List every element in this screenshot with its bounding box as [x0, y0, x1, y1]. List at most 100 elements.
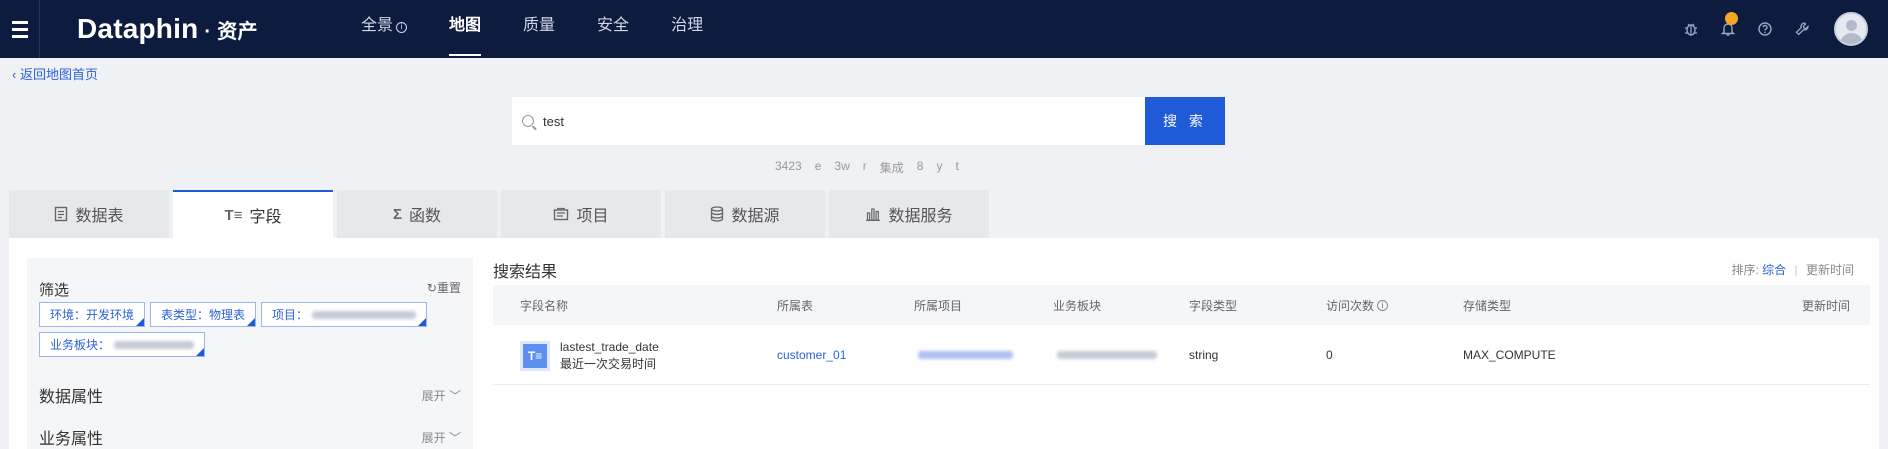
column-label: 访问次数: [1326, 298, 1375, 313]
app-logo[interactable]: Dataphin · 资产: [77, 13, 258, 45]
nav-item-quality[interactable]: 质量: [502, 0, 576, 58]
redacted-value: [1057, 350, 1157, 359]
document-icon: [55, 206, 68, 222]
suggestion-item[interactable]: y: [936, 159, 942, 176]
redacted-value: [312, 310, 417, 319]
search-suggestions: 3423 e 3w r 集成 8 y t: [775, 159, 972, 176]
chevron-left-icon: ‹: [12, 67, 17, 82]
back-to-map-link[interactable]: ‹ 返回地图首页: [12, 64, 98, 83]
tab-datasources[interactable]: 数据源: [665, 190, 825, 238]
database-icon: [711, 206, 724, 222]
expand-label: 展开: [421, 388, 446, 403]
column-header: 字段名称: [520, 298, 569, 313]
nav-label: 地图: [449, 17, 482, 34]
nav-item-overview[interactable]: 全景 i: [340, 0, 428, 58]
info-icon: i: [396, 22, 408, 33]
suggestion-item[interactable]: 3423: [775, 159, 802, 176]
business-attributes-section[interactable]: 业务属性 展开 ﹀: [39, 425, 461, 449]
wrench-icon[interactable]: [1783, 0, 1820, 58]
chevron-double-down-icon: ﹀: [448, 388, 461, 403]
column-header: 更新时间: [1801, 298, 1850, 313]
column-header: 存储类型: [1463, 298, 1512, 313]
sort-option-comprehensive[interactable]: 综合: [1762, 263, 1786, 277]
search-input[interactable]: [543, 113, 1103, 129]
owning-project-link[interactable]: [914, 325, 1013, 384]
column-header: 业务板块: [1053, 298, 1102, 313]
filter-chip-business-unit[interactable]: 业务板块：: [39, 332, 206, 357]
chip-label: 表类型：物理表: [161, 308, 246, 322]
section-label: 数据属性: [39, 389, 104, 406]
field-description: 最近一次交易时间: [560, 357, 657, 371]
main-nav: 全景 i 地图 质量 安全 治理: [340, 0, 724, 58]
redacted-value: [114, 340, 195, 349]
field-type-icon: T≡: [520, 341, 550, 371]
table-row[interactable]: T≡ lastest_trade_date 最近一次交易时间 customer_…: [493, 325, 1870, 385]
menu-icon: [11, 19, 28, 40]
tab-tables[interactable]: 数据表: [9, 190, 169, 238]
owning-table-link[interactable]: customer_01: [777, 325, 846, 384]
tab-label: 项目: [576, 208, 609, 225]
nav-item-map[interactable]: 地图: [428, 0, 502, 58]
nav-item-governance[interactable]: 治理: [650, 0, 724, 58]
filter-chip-table-type[interactable]: 表类型：物理表: [150, 302, 257, 327]
filter-title: 筛选: [39, 282, 70, 299]
table-header: 字段名称 所属表 所属项目 业务板块 字段类型 访问次数 i 存储类型 更新时间: [493, 285, 1870, 325]
filter-chips: 环境：开发环境 表类型：物理表 项目： 业务板块：: [39, 302, 469, 362]
filter-chip-env[interactable]: 环境：开发环境: [39, 302, 146, 327]
tab-label: 数据源: [731, 208, 780, 225]
visit-count-cell: 0: [1326, 347, 1333, 362]
data-attributes-section[interactable]: 数据属性 展开 ﹀: [39, 383, 461, 407]
redacted-value: [918, 350, 1013, 359]
help-icon[interactable]: [1746, 0, 1783, 58]
filter-chip-project[interactable]: 项目：: [261, 302, 428, 327]
reset-button[interactable]: ↻重置: [427, 279, 461, 296]
refresh-icon: ↻: [426, 281, 437, 295]
nav-label: 质量: [523, 17, 556, 34]
chip-label: 业务板块：: [50, 338, 111, 352]
field-type-cell: string: [1189, 347, 1219, 362]
column-header: 所属表: [777, 298, 814, 313]
top-navbar: Dataphin · 资产 全景 i 地图 质量 安全 治理: [0, 0, 1888, 58]
nav-label: 治理: [671, 17, 704, 34]
tab-functions[interactable]: Σ 函数: [337, 190, 497, 238]
category-tabs: 数据表 T≡ 字段 Σ 函数 项目 数据源 数据服务: [9, 190, 993, 238]
expand-toggle[interactable]: 展开 ﹀: [422, 429, 461, 446]
nav-item-security[interactable]: 安全: [576, 0, 650, 58]
suggestion-item[interactable]: 3w: [834, 159, 849, 176]
brand-sub: 资产: [217, 21, 258, 43]
bug-icon[interactable]: [1672, 0, 1709, 58]
tab-projects[interactable]: 项目: [501, 190, 661, 238]
bell-icon[interactable]: [1709, 0, 1746, 58]
suggestion-item[interactable]: 集成: [880, 159, 904, 176]
expand-toggle[interactable]: 展开 ﹀: [422, 387, 461, 404]
business-unit-cell: [1053, 325, 1157, 384]
info-icon[interactable]: i: [1377, 299, 1389, 311]
chevron-double-down-icon: ﹀: [448, 430, 461, 445]
tab-fields[interactable]: T≡ 字段: [173, 190, 333, 238]
field-name[interactable]: lastest_trade_date: [560, 339, 659, 356]
suggestion-item[interactable]: r: [863, 159, 867, 176]
results-table: 字段名称 所属表 所属项目 业务板块 字段类型 访问次数 i 存储类型 更新时间 …: [493, 285, 1870, 385]
suggestion-item[interactable]: t: [955, 159, 958, 176]
search-icon: [522, 115, 534, 127]
sort-divider: |: [1794, 263, 1798, 277]
expand-label: 展开: [421, 430, 446, 445]
brand-name: Dataphin: [77, 13, 199, 44]
column-header-with-info: 访问次数 i: [1326, 285, 1389, 325]
field-icon: T≡: [224, 206, 243, 224]
main-panel: 筛选 ↻重置 环境：开发环境 表类型：物理表 项目： 业务板块： 数据属性 展开…: [9, 238, 1879, 449]
suggestion-item[interactable]: 8: [917, 159, 924, 176]
results-title: 搜索结果: [493, 264, 558, 281]
chip-label: 项目：: [272, 308, 309, 322]
sort-label: 排序:: [1731, 263, 1759, 277]
tab-label: 数据服务: [888, 208, 953, 225]
search-button[interactable]: 搜 索: [1145, 97, 1225, 145]
tab-label: 函数: [409, 208, 442, 225]
tab-data-services[interactable]: 数据服务: [829, 190, 989, 238]
notification-dot: [1725, 12, 1738, 25]
user-avatar[interactable]: [1834, 12, 1868, 46]
hamburger-menu-button[interactable]: [0, 0, 40, 58]
bar-chart-icon: [866, 208, 881, 221]
suggestion-item[interactable]: e: [815, 159, 822, 176]
sort-option-update-time[interactable]: 更新时间: [1806, 263, 1854, 277]
